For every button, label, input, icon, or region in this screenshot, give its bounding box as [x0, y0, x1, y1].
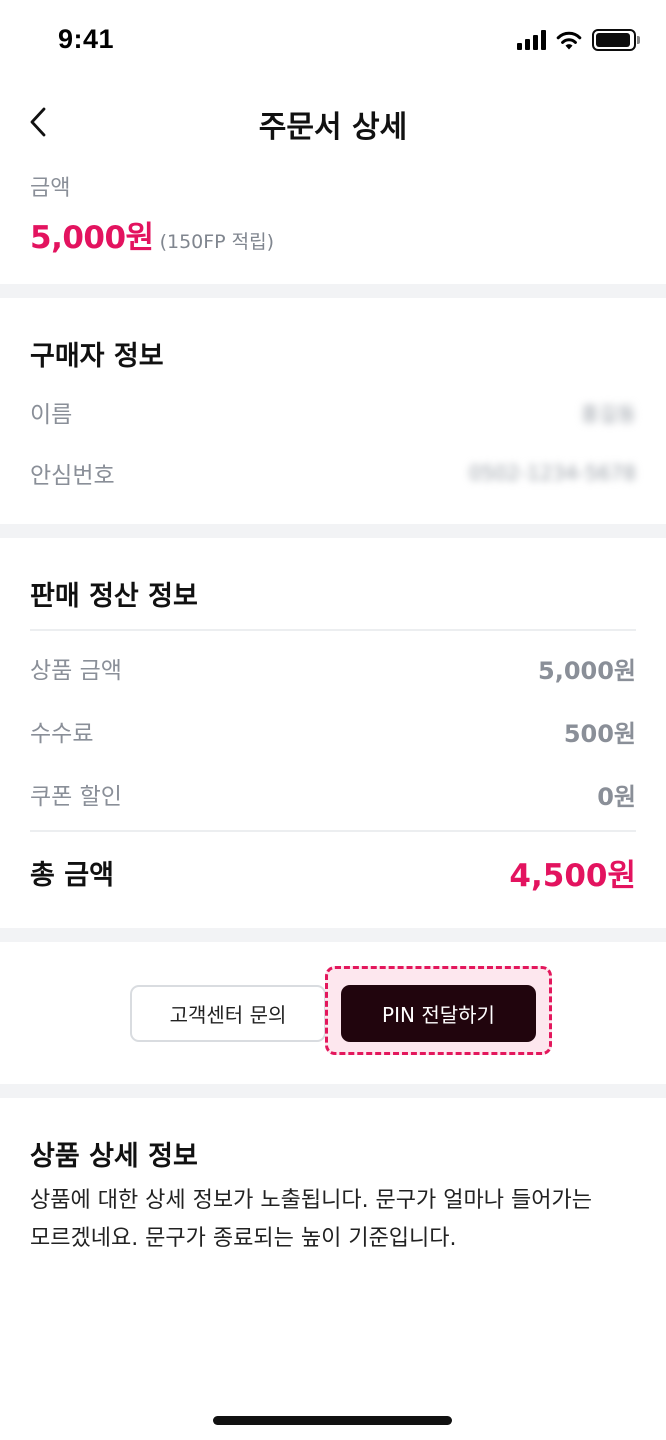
- product-amount-label: 상품 금액: [30, 658, 122, 684]
- product-detail-title: 상품 상세 정보: [30, 1141, 198, 1172]
- row-divider: [30, 830, 636, 832]
- amount-value: 5,000원: [30, 220, 154, 256]
- product-amount-value: 5,000원: [538, 656, 636, 685]
- amount-row: 5,000원 (150FP 적립): [30, 212, 274, 257]
- nav-bar: 주문서 상세: [0, 84, 666, 160]
- buyer-name-label: 이름: [30, 402, 73, 428]
- row-divider: [30, 629, 636, 631]
- buyer-phone-label: 안심번호: [30, 463, 115, 489]
- fee-label: 수수료: [30, 721, 94, 747]
- section-divider: [0, 524, 666, 538]
- total-amount-value: 4,500원: [509, 857, 636, 894]
- send-pin-button[interactable]: PIN 전달하기: [341, 985, 536, 1042]
- amount-point-note: (150FP 적립): [159, 231, 275, 253]
- buyer-info-title: 구매자 정보: [30, 341, 164, 372]
- order-detail-screen: 9:41 주문서 상세 금액 5,000원 (150FP 적립) 구매자 정보 …: [0, 0, 666, 1440]
- wifi-icon: [556, 31, 582, 49]
- settlement-info-title: 판매 정산 정보: [30, 581, 198, 612]
- section-divider: [0, 1084, 666, 1098]
- buyer-phone-value: 0502-1234-5678: [468, 461, 636, 485]
- amount-section: 금액 5,000원 (150FP 적립): [30, 170, 274, 257]
- status-icons: [517, 29, 640, 51]
- battery-icon: [592, 29, 640, 51]
- home-indicator: [213, 1416, 452, 1425]
- product-detail-description: 상품에 대한 상세 정보가 노출됩니다. 문구가 얼마나 들어가는 모르겠네요.…: [30, 1188, 592, 1251]
- section-divider: [0, 284, 666, 298]
- buyer-name-value: 홍길동: [580, 401, 636, 426]
- section-divider: [0, 928, 666, 942]
- total-row: 총 금액 4,500원: [30, 847, 636, 897]
- status-bar: 9:41: [0, 0, 666, 84]
- coupon-discount-value: 0원: [597, 782, 636, 811]
- total-amount-label: 총 금액: [30, 859, 114, 891]
- customer-support-button[interactable]: 고객센터 문의: [130, 985, 326, 1042]
- buyer-name-row: 이름 홍길동: [30, 392, 636, 432]
- settlement-row: 수수료 500원: [30, 711, 636, 751]
- page-title: 주문서 상세: [258, 110, 408, 145]
- settlement-row: 상품 금액 5,000원: [30, 648, 636, 688]
- fee-value: 500원: [563, 719, 636, 748]
- amount-label: 금액: [30, 176, 71, 201]
- buyer-phone-row: 안심번호 0502-1234-5678: [30, 453, 636, 493]
- coupon-discount-label: 쿠폰 할인: [30, 784, 122, 810]
- cellular-signal-icon: [517, 30, 546, 50]
- settlement-row: 쿠폰 할인 0원: [30, 774, 636, 814]
- status-time: 9:41: [58, 24, 115, 54]
